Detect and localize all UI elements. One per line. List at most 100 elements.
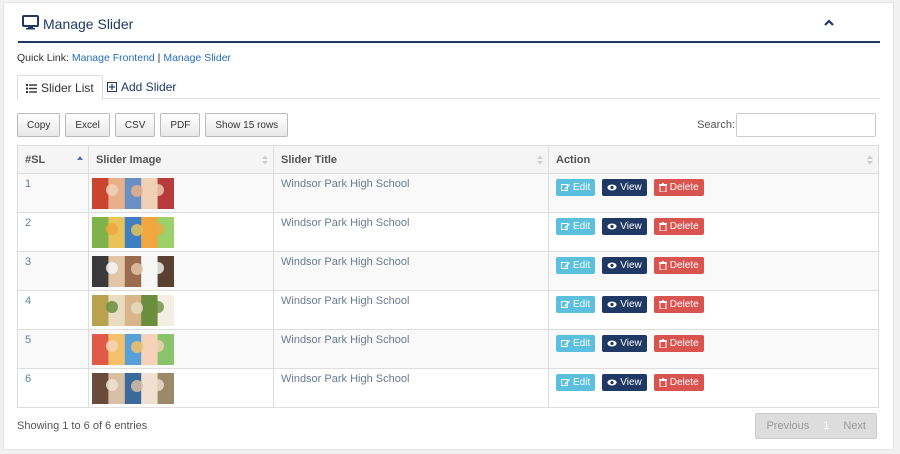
view-button-label: View — [620, 221, 642, 232]
edit-icon — [561, 262, 570, 269]
table-row: 3 Windsor Park High School Edit View Del… — [17, 251, 879, 291]
column-header-image-label: Slider Image — [96, 153, 162, 166]
row-number: 6 — [25, 373, 32, 385]
cell-title: Windsor Park High School — [273, 173, 549, 213]
table-row: 2 Windsor Park High School Edit View Del… — [17, 212, 879, 252]
cell-action: Edit View Delete — [548, 212, 879, 252]
edit-button[interactable]: Edit — [556, 374, 596, 391]
edit-button-label: Edit — [573, 338, 591, 349]
view-button-label: View — [620, 182, 642, 193]
edit-button[interactable]: Edit — [556, 335, 596, 352]
delete-button[interactable]: Delete — [653, 296, 704, 313]
eye-icon — [607, 340, 617, 347]
trash-icon — [658, 261, 667, 270]
slider-title: Windsor Park High School — [281, 334, 410, 346]
cell-title: Windsor Park High School — [273, 329, 549, 369]
monitor-icon — [22, 15, 43, 33]
tab-add-slider[interactable]: Add Slider — [99, 75, 184, 99]
page-title: Manage Slider — [22, 15, 133, 33]
view-button[interactable]: View — [602, 218, 647, 235]
edit-icon — [561, 379, 570, 386]
delete-button[interactable]: Delete — [653, 374, 704, 391]
table-row: 5 Windsor Park High School Edit View Del… — [17, 329, 879, 369]
cell-sl: 4 — [17, 290, 89, 330]
cell-sl: 5 — [17, 329, 89, 369]
edit-button[interactable]: Edit — [556, 179, 596, 196]
edit-button[interactable]: Edit — [556, 257, 596, 274]
csv-button[interactable]: CSV — [114, 113, 156, 137]
view-button[interactable]: View — [602, 335, 647, 352]
column-header-action[interactable]: Action — [548, 145, 879, 174]
view-button-label: View — [620, 377, 642, 388]
edit-button-label: Edit — [573, 260, 591, 271]
delete-button[interactable]: Delete — [653, 218, 704, 235]
table-row: 6 Windsor Park High School Edit View Del… — [17, 368, 879, 408]
pdf-button[interactable]: PDF — [160, 113, 201, 137]
copy-button[interactable]: Copy — [17, 113, 61, 137]
row-number: 3 — [25, 256, 32, 268]
panel-header: Manage Slider — [18, 3, 880, 43]
eye-icon — [607, 223, 617, 230]
trash-icon — [658, 378, 667, 387]
show-rows-button[interactable]: Show 15 rows — [205, 113, 289, 137]
delete-button[interactable]: Delete — [653, 179, 704, 196]
tab-slider-list[interactable]: Slider List — [17, 75, 103, 100]
chevron-up-icon[interactable] — [822, 16, 836, 30]
list-icon — [26, 83, 37, 93]
sort-both-icon — [262, 155, 268, 165]
view-button-label: View — [620, 299, 642, 310]
delete-button[interactable]: Delete — [653, 257, 704, 274]
eye-icon — [607, 262, 617, 269]
edit-button-label: Edit — [573, 377, 591, 388]
view-button[interactable]: View — [602, 374, 647, 391]
tab-slider-list-label: Slider List — [41, 80, 94, 95]
cell-title: Windsor Park High School — [273, 251, 549, 291]
table-header-row: #SL Slider Image Slider Title Action — [17, 145, 879, 174]
excel-button[interactable]: Excel — [65, 113, 110, 137]
page-1-button[interactable]: 1 — [819, 414, 833, 438]
cell-sl: 1 — [17, 173, 89, 213]
view-button[interactable]: View — [602, 179, 647, 196]
tab-bar: Slider List Add Slider — [17, 75, 880, 100]
delete-button[interactable]: Delete — [653, 335, 704, 352]
manage-frontend-link[interactable]: Manage Frontend — [72, 52, 155, 64]
eye-icon — [607, 184, 617, 191]
manage-slider-link[interactable]: Manage Slider — [163, 52, 231, 64]
edit-icon — [561, 301, 570, 308]
search-box: Search: — [697, 113, 876, 137]
previous-button[interactable]: Previous — [756, 414, 819, 438]
eye-icon — [607, 379, 617, 386]
edit-button[interactable]: Edit — [556, 218, 596, 235]
sort-both-icon — [537, 155, 543, 165]
edit-button[interactable]: Edit — [556, 296, 596, 313]
column-header-title[interactable]: Slider Title — [273, 145, 549, 174]
cell-image — [88, 173, 274, 213]
tab-add-slider-label: Add Slider — [121, 80, 177, 94]
slider-title: Windsor Park High School — [281, 256, 410, 268]
delete-button-label: Delete — [669, 299, 699, 310]
view-button[interactable]: View — [602, 296, 647, 313]
slider-thumbnail-image — [92, 256, 174, 287]
row-number: 2 — [25, 217, 32, 229]
edit-icon — [561, 184, 570, 191]
delete-button-label: Delete — [669, 260, 699, 271]
view-button[interactable]: View — [602, 257, 647, 274]
cell-action: Edit View Delete — [548, 251, 879, 291]
search-input[interactable] — [736, 113, 876, 137]
column-header-sl[interactable]: #SL — [17, 145, 89, 174]
row-number: 5 — [25, 334, 32, 346]
cell-sl: 2 — [17, 212, 89, 252]
delete-button-label: Delete — [669, 221, 699, 232]
cell-image — [88, 251, 274, 291]
table-row: 4 Windsor Park High School Edit View Del… — [17, 290, 879, 330]
slider-title: Windsor Park High School — [281, 217, 410, 229]
search-label: Search: — [697, 119, 735, 131]
slider-title: Windsor Park High School — [281, 178, 410, 190]
next-button[interactable]: Next — [833, 414, 876, 438]
cell-image — [88, 368, 274, 408]
view-button-label: View — [620, 260, 642, 271]
row-number: 1 — [25, 178, 32, 190]
column-header-image[interactable]: Slider Image — [88, 145, 274, 174]
manage-slider-panel: Manage Slider Quick Link: Manage Fronten… — [3, 2, 894, 450]
slider-title: Windsor Park High School — [281, 295, 410, 307]
